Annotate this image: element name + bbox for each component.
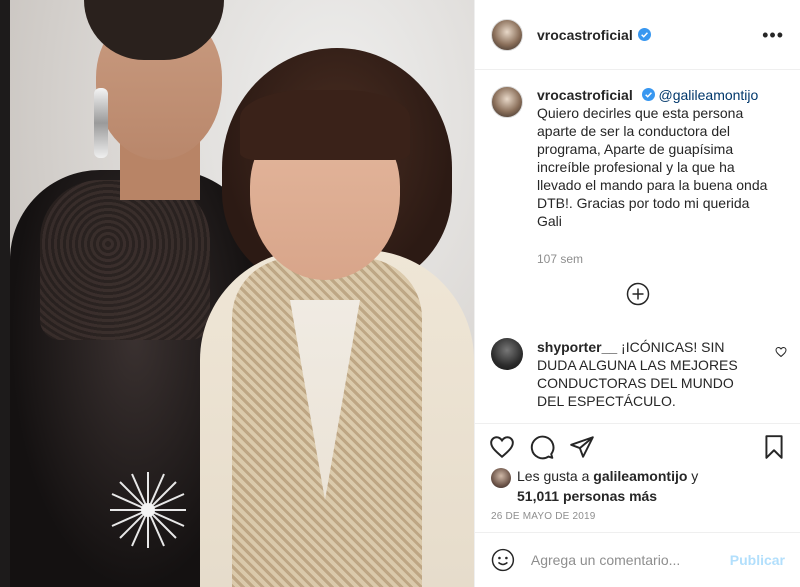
heart-icon[interactable]: [489, 434, 515, 460]
caption-body: Quiero decirles que esta persona aparte …: [537, 105, 768, 229]
add-comment-bar: Publicar: [475, 532, 800, 587]
avatar[interactable]: [491, 338, 523, 370]
avatar[interactable]: [491, 18, 523, 51]
comment-username[interactable]: shyporter__: [537, 339, 617, 355]
star-brooch: [110, 472, 186, 548]
verified-badge-icon: [641, 88, 655, 101]
header-username[interactable]: vrocastroficial: [537, 27, 633, 43]
comment-like-heart-icon[interactable]: [775, 346, 787, 358]
verified-badge-icon: [637, 28, 651, 41]
likes-summary: Les gusta a galileamontijo y 51,011 pers…: [491, 466, 787, 506]
plus-circle-icon[interactable]: [626, 282, 650, 306]
caption-username[interactable]: vrocastroficial: [537, 87, 633, 103]
instagram-post: vrocastroficial ••• vrocastroficial @gal…: [0, 0, 800, 587]
post-header: vrocastroficial •••: [475, 0, 800, 70]
likes-user[interactable]: galileamontijo: [593, 468, 687, 484]
comment-item: shyporter__ ¡ICÓNICAS! SIN DUDA ALGUNA L…: [491, 338, 787, 410]
more-options-icon[interactable]: •••: [762, 26, 784, 44]
comment-icon[interactable]: [529, 434, 555, 460]
load-more-comments[interactable]: [475, 282, 800, 310]
likes-count[interactable]: 51,011 personas más: [517, 488, 657, 504]
action-bar: [475, 423, 800, 469]
share-icon[interactable]: [569, 434, 595, 460]
caption-mention[interactable]: @galileamontijo: [659, 87, 759, 103]
avatar[interactable]: [491, 468, 511, 488]
publish-button[interactable]: Publicar: [730, 552, 785, 568]
post-date[interactable]: 26 DE MAYO DE 2019: [491, 511, 596, 522]
caption-time-ago[interactable]: 107 sem: [537, 250, 777, 268]
post-side-panel: vrocastroficial ••• vrocastroficial @gal…: [474, 0, 800, 587]
bookmark-icon[interactable]: [761, 434, 787, 460]
emoji-icon[interactable]: [491, 548, 515, 572]
comment-input[interactable]: [530, 552, 730, 568]
post-photo[interactable]: [0, 0, 474, 587]
avatar[interactable]: [491, 86, 523, 118]
